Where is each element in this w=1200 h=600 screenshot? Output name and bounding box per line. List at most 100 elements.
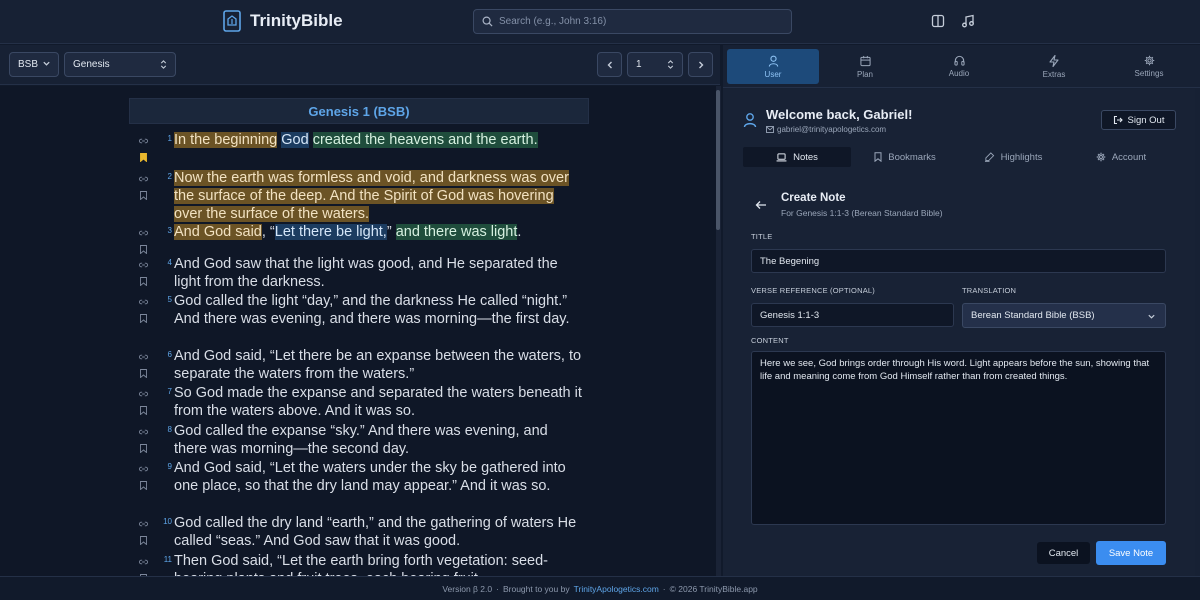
- verse-number: 5: [167, 295, 172, 304]
- book-select[interactable]: Genesis: [64, 52, 176, 77]
- bible-reader: Genesis 1 (BSB) 1 In the beginning God cr…: [0, 86, 716, 576]
- bookmark-icon[interactable]: [136, 532, 150, 549]
- link-icon[interactable]: [136, 460, 150, 477]
- subtab-notes[interactable]: Notes: [743, 147, 851, 167]
- verse-text-segment: So God made the expanse and separated th…: [174, 385, 582, 419]
- tab-label: Audio: [948, 69, 970, 78]
- verse-actions: [136, 132, 150, 166]
- verse-actions: [136, 256, 150, 290]
- chevron-down-icon: [43, 61, 50, 66]
- reader-scrollbar-thumb[interactable]: [716, 90, 720, 230]
- side-panel: User Plan Audio Extras Settings Welcome back…: [723, 45, 1200, 576]
- highlighted-text: God: [281, 132, 309, 148]
- prev-chapter-button[interactable]: [597, 52, 622, 77]
- version-text: Version β 2.0: [442, 583, 493, 594]
- verse-text[interactable]: In the beginning God created the heavens…: [174, 132, 584, 150]
- verse-text[interactable]: So God made the expanse and separated th…: [174, 385, 584, 421]
- link-icon[interactable]: [136, 293, 150, 310]
- bookmark-filled-icon[interactable]: [136, 149, 150, 166]
- translation-select[interactable]: BSB: [9, 52, 59, 77]
- translation-dropdown[interactable]: Berean Standard Bible (BSB): [962, 303, 1166, 328]
- verse-text-segment: ”: [386, 224, 396, 240]
- verse-number: 6: [167, 350, 172, 359]
- verse-number: 2: [167, 172, 172, 181]
- verse-number: 11: [163, 555, 172, 564]
- sidebar-toggle-icon[interactable]: [931, 14, 945, 28]
- verse-text[interactable]: And God said, “Let there be light,” and …: [174, 224, 584, 242]
- link-icon[interactable]: [136, 170, 150, 187]
- user-icon: [743, 113, 757, 128]
- save-note-button[interactable]: Save Note: [1096, 541, 1166, 565]
- note-content-textarea[interactable]: Here we see, God brings order through Hi…: [751, 351, 1166, 525]
- verse-number: 1: [167, 134, 172, 143]
- search-input[interactable]: [499, 16, 779, 27]
- chapter-select[interactable]: 1: [627, 52, 683, 77]
- back-arrow-icon[interactable]: [755, 200, 767, 210]
- next-chapter-button[interactable]: [688, 52, 713, 77]
- music-icon[interactable]: [961, 14, 975, 28]
- verse-text[interactable]: Now the earth was formless and void, and…: [174, 170, 584, 223]
- verse-text[interactable]: God called the light “day,” and the dark…: [174, 293, 584, 329]
- user-subtabs: Notes Bookmarks Highlights Account: [743, 147, 1175, 167]
- tab-user[interactable]: User: [727, 49, 819, 84]
- bookmark-icon[interactable]: [136, 402, 150, 419]
- tab-settings[interactable]: Settings: [1103, 49, 1195, 84]
- sign-out-label: Sign Out: [1127, 114, 1165, 126]
- verse-text[interactable]: Then God said, “Let the earth bring fort…: [174, 553, 584, 576]
- verse-text[interactable]: And God said, “Let there be an expanse b…: [174, 348, 584, 384]
- verse-number: 3: [167, 226, 172, 235]
- content-label: CONTENT: [751, 336, 789, 345]
- link-icon[interactable]: [136, 256, 150, 273]
- app-logo[interactable]: TrinityBible: [222, 10, 343, 32]
- verse-actions: [136, 293, 150, 327]
- link-icon[interactable]: [136, 385, 150, 402]
- subtab-bookmarks[interactable]: Bookmarks: [851, 147, 959, 167]
- bookmark-icon[interactable]: [136, 187, 150, 204]
- verse-text[interactable]: God called the dry land “earth,” and the…: [174, 515, 584, 551]
- verse-actions: [136, 348, 150, 382]
- user-panel-content: Welcome back, Gabriel! gabriel@trinityap…: [723, 89, 1195, 576]
- chevron-right-icon: [698, 61, 703, 68]
- translation-dropdown-value: Berean Standard Bible (BSB): [971, 310, 1095, 321]
- search-box[interactable]: [473, 9, 792, 34]
- footer-link[interactable]: TrinityApologetics.com: [574, 584, 659, 594]
- highlighted-text: In the beginning: [174, 132, 278, 148]
- link-icon[interactable]: [136, 515, 150, 532]
- note-title-input[interactable]: The Begening: [751, 249, 1166, 273]
- verse-text-segment: , “: [261, 224, 275, 240]
- user-email: gabriel@trinityapologetics.com: [766, 125, 886, 134]
- link-icon[interactable]: [136, 348, 150, 365]
- verse-text[interactable]: God called the expanse “sky.” And there …: [174, 423, 584, 459]
- verse-text[interactable]: And God saw that the light was good, and…: [174, 256, 584, 292]
- verse-number: 10: [163, 517, 172, 526]
- title-label: TITLE: [751, 232, 773, 241]
- subtab-label: Highlights: [1000, 151, 1043, 163]
- sign-out-button[interactable]: Sign Out: [1101, 110, 1176, 130]
- bookmark-icon[interactable]: [136, 477, 150, 494]
- link-icon[interactable]: [136, 423, 150, 440]
- verse-text[interactable]: And God said, “Let the waters under the …: [174, 460, 584, 496]
- subtab-account[interactable]: Account: [1067, 147, 1175, 167]
- link-icon[interactable]: [136, 132, 150, 149]
- chapter-title: Genesis 1 (BSB): [308, 103, 410, 119]
- bookmark-icon[interactable]: [136, 440, 150, 457]
- verse-actions: [136, 423, 150, 457]
- tab-label: Plan: [856, 69, 873, 79]
- link-icon[interactable]: [136, 553, 150, 570]
- copyright-text: © 2026 TrinityBible.app: [669, 583, 758, 594]
- note-content-value: Here we see, God brings order through Hi…: [760, 358, 1150, 382]
- tab-plan[interactable]: Plan: [819, 49, 911, 84]
- cancel-button[interactable]: Cancel: [1037, 542, 1090, 564]
- verse-reference-label: VERSE REFERENCE (OPTIONAL): [751, 286, 875, 295]
- bookmark-icon[interactable]: [136, 310, 150, 327]
- gear-icon: [1096, 152, 1106, 162]
- tab-audio[interactable]: Audio: [913, 49, 1005, 84]
- verse-reference-input[interactable]: Genesis 1:1-3: [751, 303, 954, 327]
- note-title-value: The Begening: [760, 255, 820, 267]
- tab-extras[interactable]: Extras: [1008, 49, 1100, 84]
- link-icon[interactable]: [136, 224, 150, 241]
- subtab-highlights[interactable]: Highlights: [959, 147, 1067, 167]
- verse-text-segment: And God said, “Let the waters under the …: [174, 460, 566, 494]
- bookmark-icon[interactable]: [136, 273, 150, 290]
- bookmark-icon[interactable]: [136, 365, 150, 382]
